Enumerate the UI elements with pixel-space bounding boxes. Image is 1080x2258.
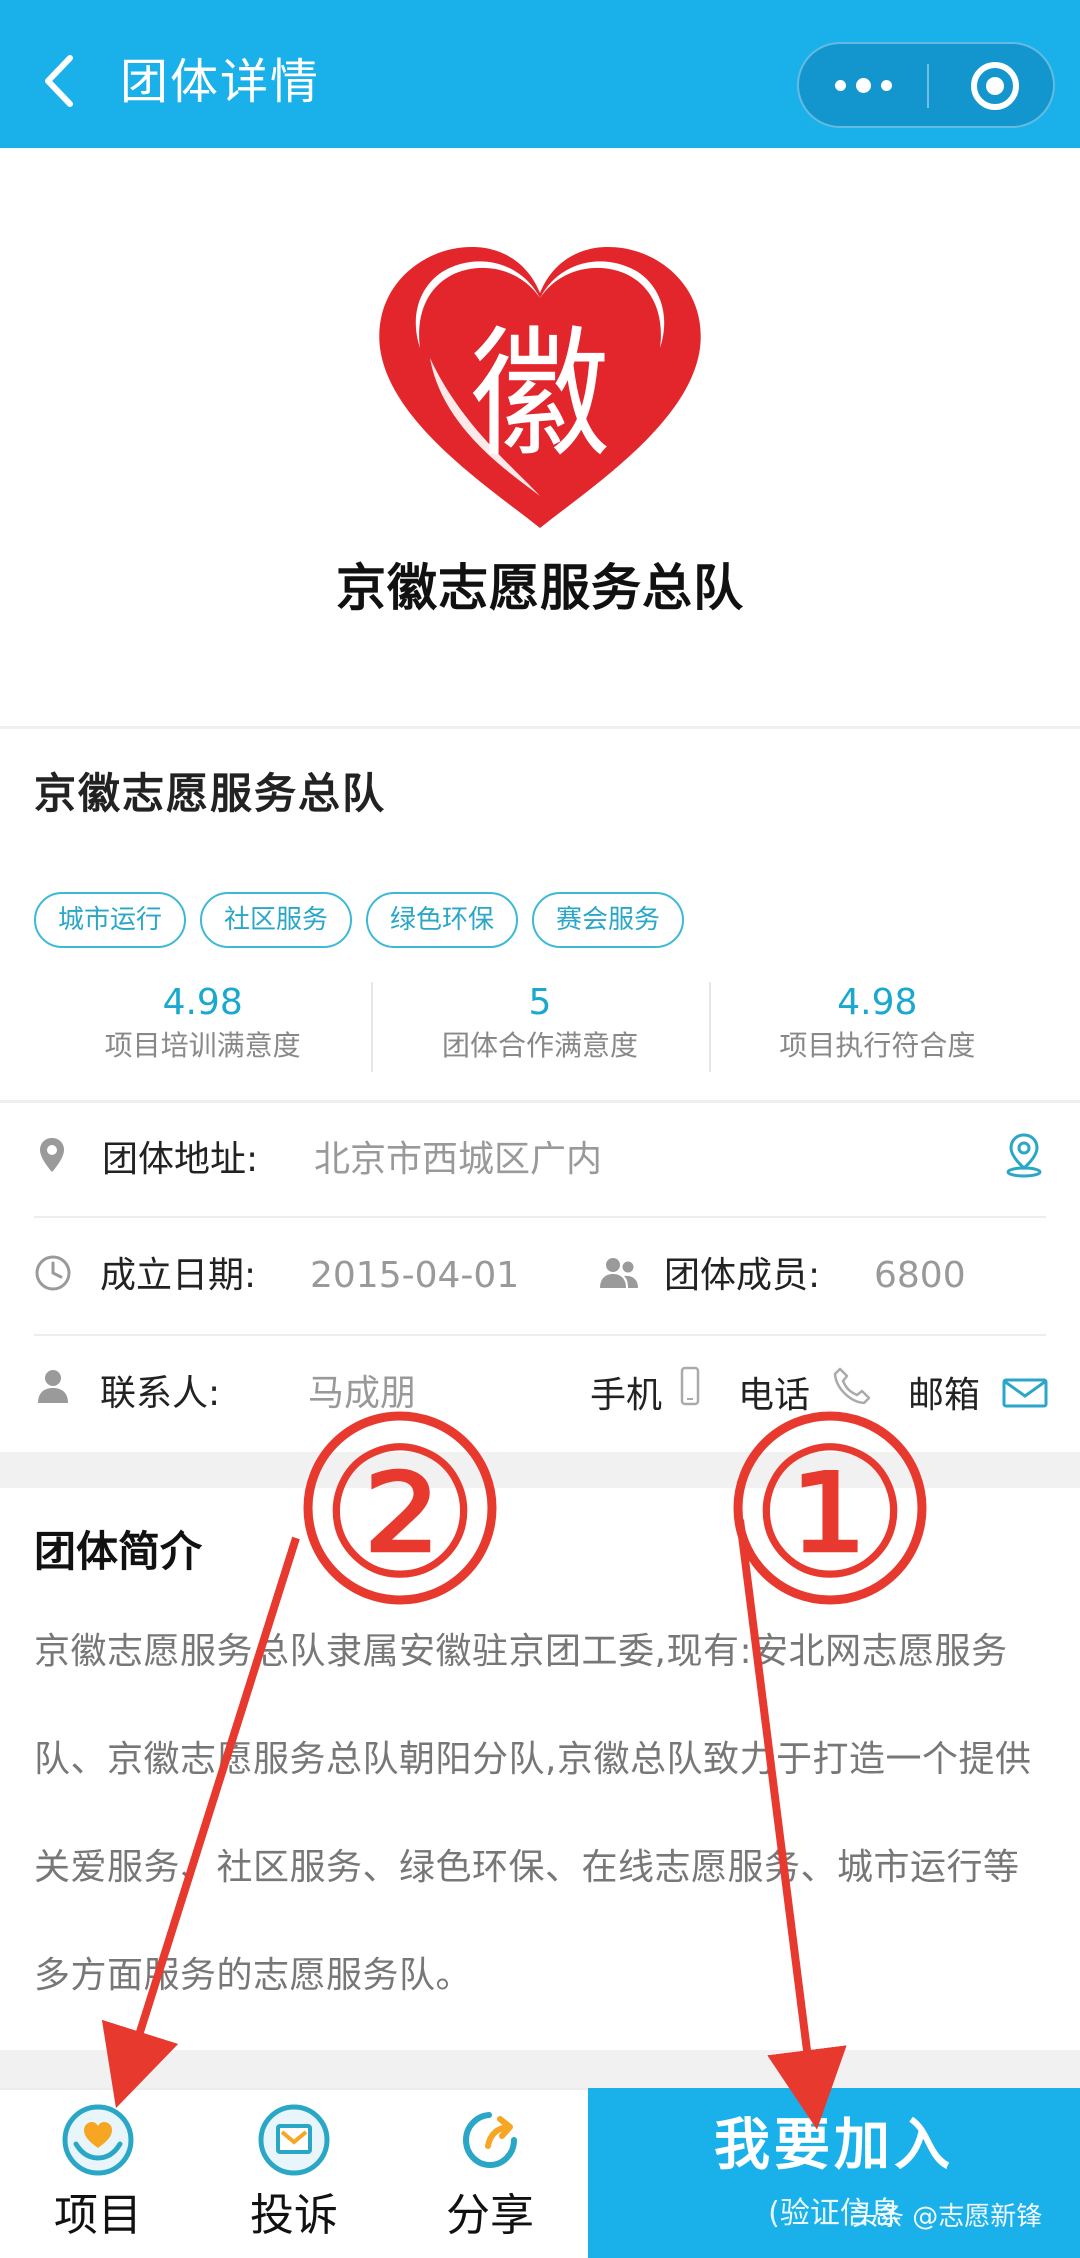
rating-stats: 4.98 项目培训满意度 5 团体合作满意度 4.98 项目执行符合度 [34,980,1046,1072]
stat-value: 4.98 [162,982,243,1023]
top-nav-bar: 团体详情 [0,0,1080,148]
section-separator [0,2050,1080,2088]
tab-share[interactable]: 分享 [392,2090,588,2258]
tab-label: 分享 [446,2190,534,2241]
divider [34,1216,1046,1218]
stat-value: 5 [528,982,552,1023]
tab-project[interactable]: 项目 [0,2090,196,2258]
map-navigate-icon[interactable] [1004,1132,1044,1178]
address-value: 北京市西城区广内 [314,1139,603,1180]
complaint-letter-icon [258,2104,330,2176]
section-separator [0,1452,1080,1488]
logo-glyph: 徽 [470,314,610,477]
annotation-number-2: ② [319,1410,480,1619]
share-arrow-icon [462,2112,517,2169]
stat-cooperation: 5 团体合作满意度 [371,980,708,1072]
annotation-circle-2 [303,1411,497,1605]
location-pin-icon [40,1138,64,1172]
logo-caption: 京徽志愿服务总队 [336,559,744,617]
project-heart-hand-icon [62,2104,134,2176]
stat-value: 4.98 [837,982,918,1023]
stat-execution: 4.98 项目执行符合度 [708,980,1046,1072]
miniprogram-capsule [797,42,1055,128]
founded-value: 2015-04-01 [310,1255,520,1296]
contact-label: 联系人: [100,1373,221,1414]
join-button-label: 我要加入 [714,2113,954,2178]
back-button[interactable] [40,54,80,108]
page-title: 团体详情 [120,54,321,110]
intro-text: 京徽志愿服务总队隶属安徽驻京团工委,现有:安北网志愿服务队、京徽志愿服务总队朝阳… [34,1631,1032,1996]
tab-label: 投诉 [250,2190,338,2241]
address-label: 团体地址: [102,1139,259,1180]
team-logo-banner: 徽 京徽志愿服务总队 [0,148,1080,728]
tab-complaint[interactable]: 投诉 [196,2090,392,2258]
team-name: 京徽志愿服务总队 [34,769,387,818]
person-icon [38,1370,68,1403]
divider [34,1334,1046,1336]
intro-title: 团体简介 [34,1527,203,1576]
stat-label: 团体合作满意度 [441,1029,638,1062]
mobile-button[interactable]: 手机 [590,1372,662,1420]
divider [0,1100,1080,1103]
target-circle-icon[interactable] [971,62,1019,110]
email-envelope-icon[interactable] [1002,1378,1048,1408]
phone-button[interactable]: 电话 [738,1372,810,1420]
more-button[interactable] [799,44,927,126]
members-label: 团体成员: [664,1255,821,1296]
members-group-icon [600,1258,638,1288]
tab-label: 项目 [54,2190,142,2241]
heart-logo-icon: 徽 [379,247,701,528]
capsule-divider [927,64,929,108]
telephone-icon[interactable] [832,1366,872,1406]
stat-label: 项目培训满意度 [104,1029,301,1062]
tag-chip: 赛会服务 [532,892,685,948]
tag-chip: 绿色环保 [366,892,519,948]
chevron-left-icon [45,55,73,107]
stat-training: 4.98 项目培训满意度 [34,980,371,1072]
email-button[interactable]: 邮箱 [908,1372,980,1420]
annotation-circle-1 [733,1411,927,1605]
watermark: 头条 @志愿新锋 [852,2202,1043,2232]
annotation-number-1: ① [749,1410,910,1619]
divider [0,726,1080,729]
members-value: 6800 [874,1255,966,1296]
mobile-phone-icon[interactable] [680,1366,700,1406]
tag-list: 城市运行 社区服务 绿色环保 赛会服务 [34,892,685,948]
clock-icon [35,1255,71,1291]
contact-value: 马成朋 [308,1373,417,1414]
stat-label: 项目执行符合度 [779,1029,976,1062]
tag-chip: 城市运行 [34,892,187,948]
more-dots-icon [834,79,846,91]
tag-chip: 社区服务 [200,892,353,948]
founded-label: 成立日期: [100,1255,257,1296]
